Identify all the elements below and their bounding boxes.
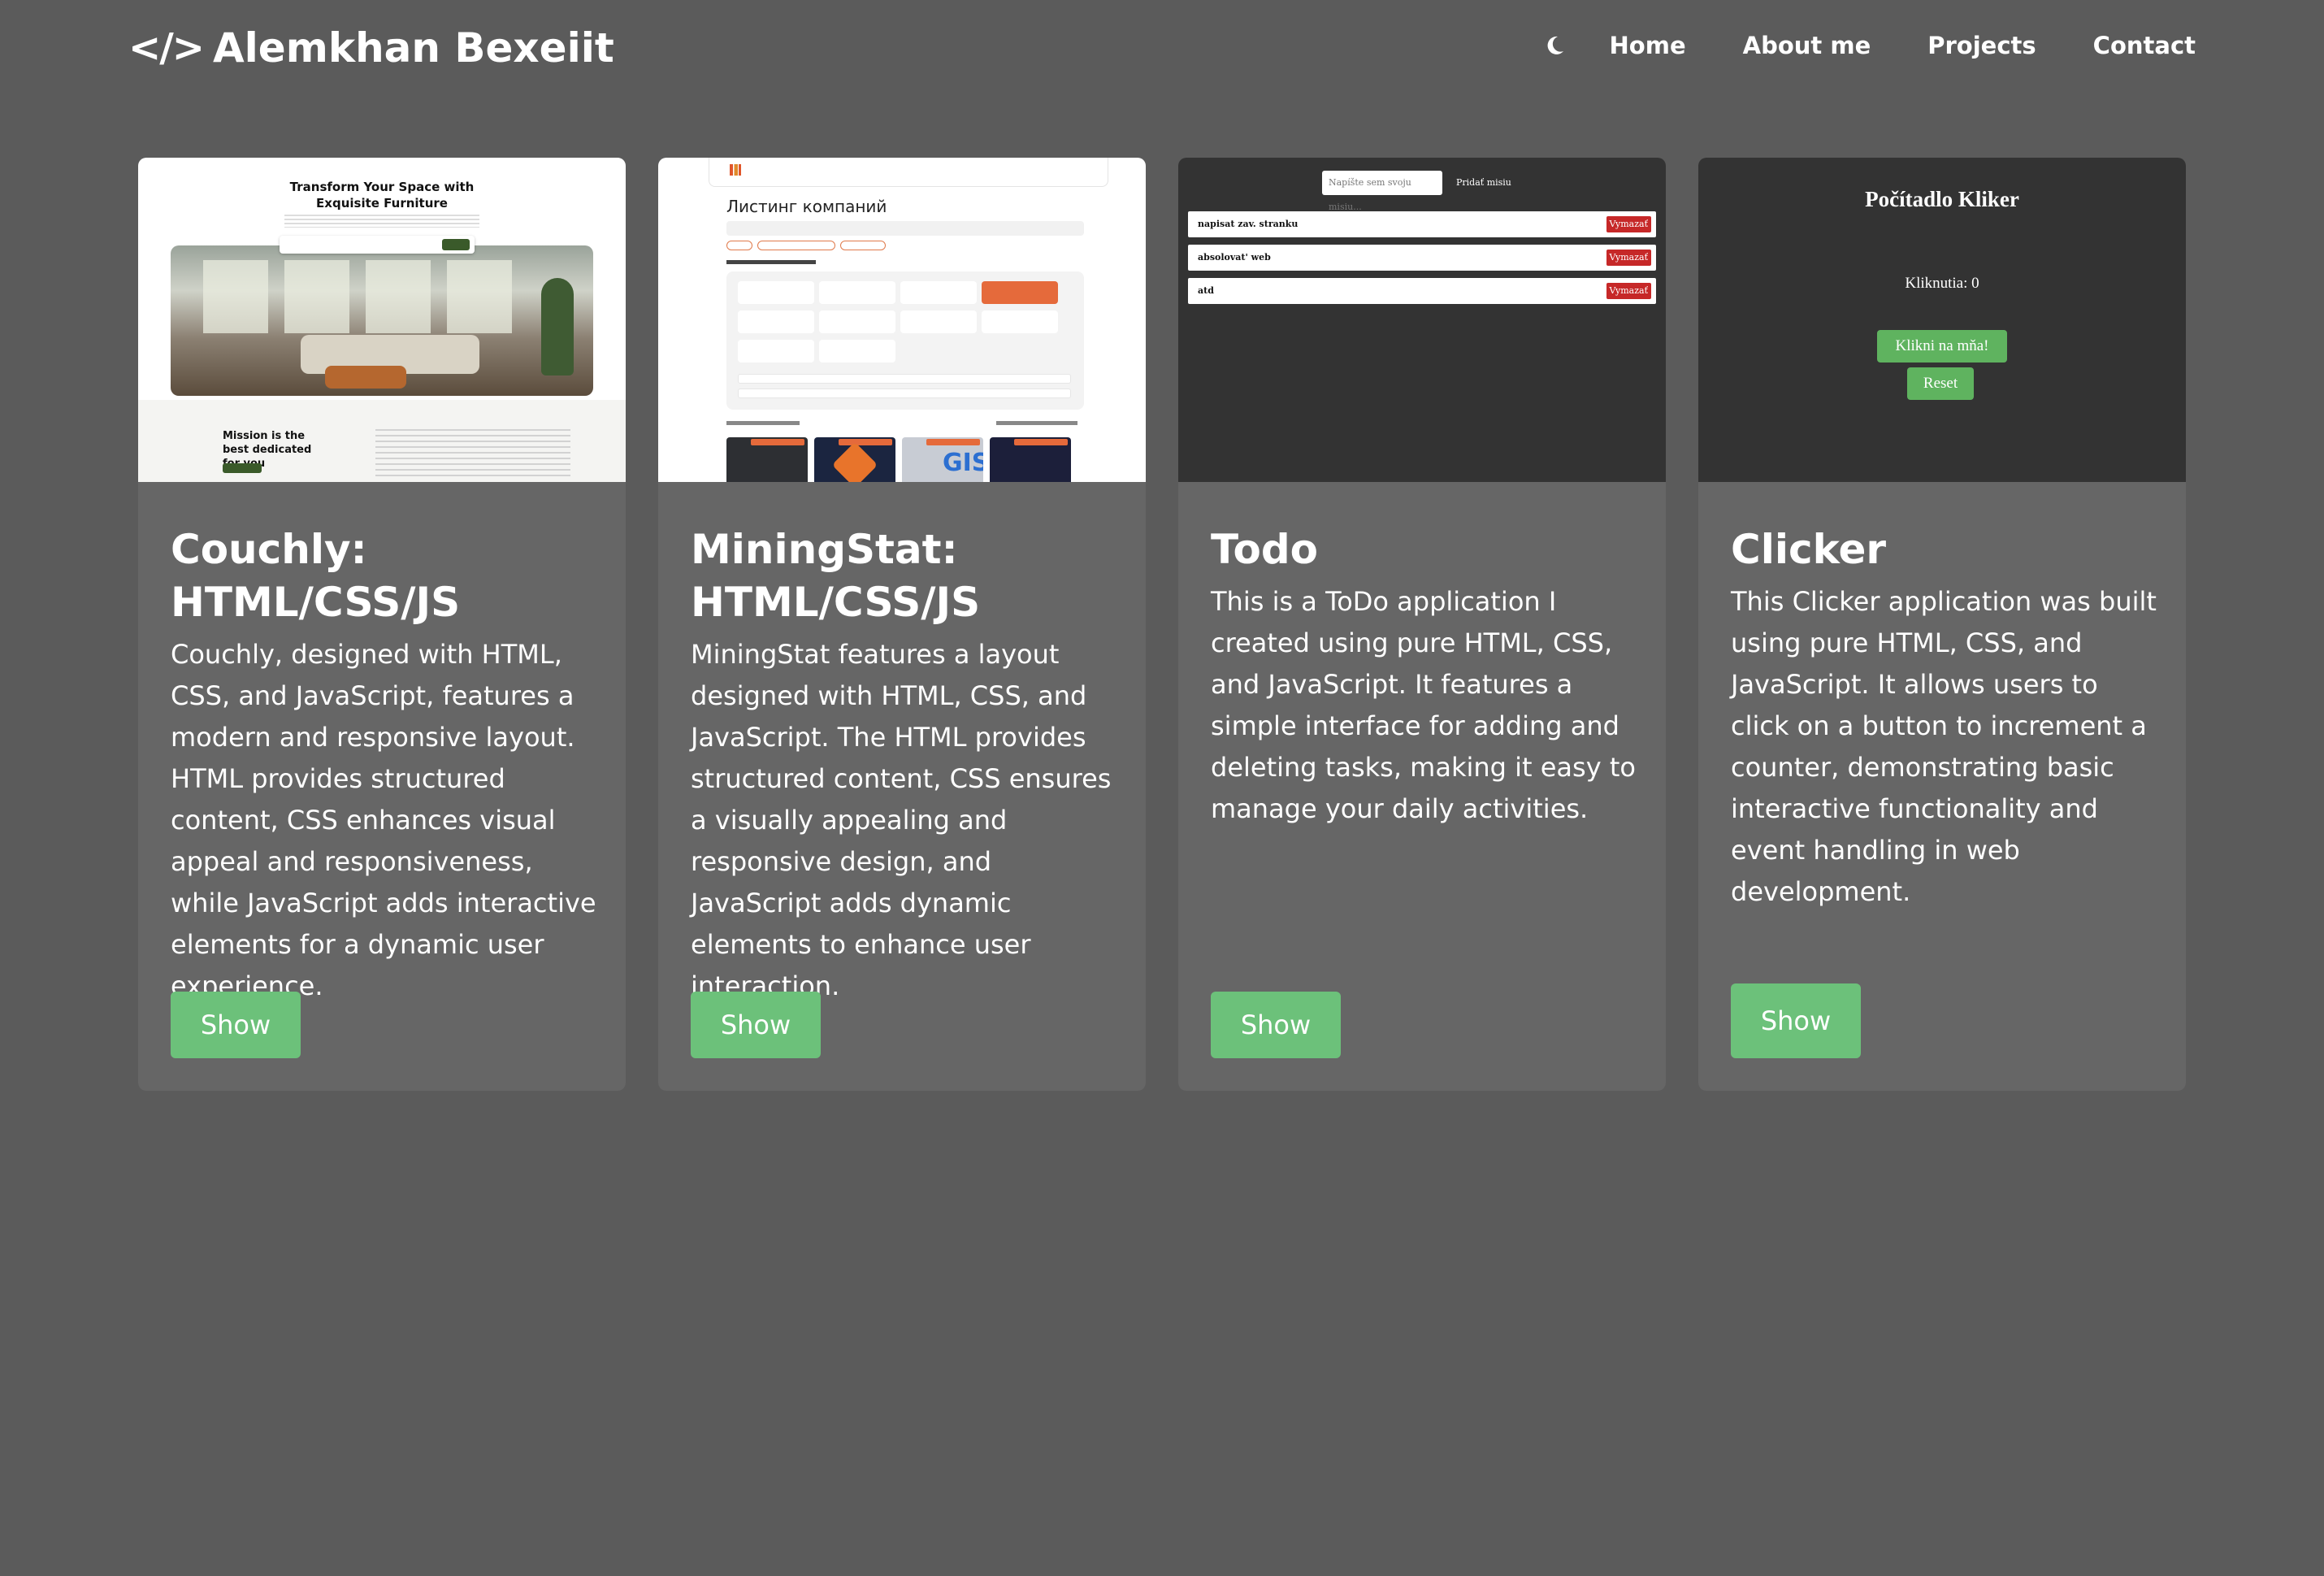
todo-delete-button: Vymazať [1606, 250, 1651, 266]
card-body: Couchly: HTML/CSS/JS Couchly, designed w… [171, 523, 601, 1007]
couchly-hero-title: Transform Your Space with Exquisite Furn… [289, 180, 475, 211]
miningstat-sort [996, 421, 1077, 425]
todo-item-text: napisat zav. stranku [1198, 219, 1299, 229]
card-body: Todo This is a ToDo application I create… [1211, 523, 1641, 830]
couchly-search-bar [280, 236, 475, 254]
nav-about[interactable]: About me [1743, 32, 1871, 59]
project-card-miningstat: Листинг компаний GIS MiningStat: HTML/CS… [658, 158, 1146, 1091]
show-button[interactable]: Show [171, 992, 301, 1058]
miningstat-listing-tile [726, 437, 808, 482]
clicker-screenshot: Počítadlo Kliker Kliknutia: 0 Klikni na … [1698, 158, 2186, 482]
miningstat-results-count [726, 421, 800, 425]
clicker-reset-button: Reset [1907, 367, 1974, 400]
couchly-hero-subtext [284, 215, 479, 228]
todo-screenshot: Napíšte sem svoju misiu... Pridať misiu … [1178, 158, 1666, 482]
card-description: MiningStat features a layout designed wi… [691, 639, 1112, 1001]
project-card-todo: Napíšte sem svoju misiu... Pridať misiu … [1178, 158, 1666, 1091]
show-button[interactable]: Show [1731, 983, 1861, 1058]
card-body: MiningStat: HTML/CSS/JS MiningStat featu… [691, 523, 1121, 1007]
nav-home[interactable]: Home [1610, 32, 1686, 59]
todo-item: napisat zav. stranku Vymazať [1188, 211, 1656, 237]
miningstat-listing-tile: GIS [902, 437, 983, 482]
miningstat-filter-chips [726, 241, 886, 250]
todo-item-text: atd [1198, 285, 1214, 296]
site-logo[interactable]: </> Alemkhan Bexeiit [128, 20, 614, 76]
todo-item-text: absolovat' web [1198, 252, 1271, 263]
miningstat-topbar [709, 158, 1108, 187]
card-title: Couchly: HTML/CSS/JS [171, 526, 461, 626]
miningstat-listing-tile [990, 437, 1071, 482]
show-button[interactable]: Show [691, 992, 821, 1058]
miningstat-category-grid [726, 271, 1084, 410]
code-icon: </> [128, 25, 205, 71]
todo-input: Napíšte sem svoju misiu... [1322, 171, 1442, 212]
clicker-count: Kliknutia: 0 [1905, 275, 1979, 292]
site-name: Alemkhan Bexeiit [212, 24, 614, 72]
nav-contact[interactable]: Contact [2093, 32, 2196, 59]
main-nav: Home About me Projects Contact [1540, 24, 2196, 67]
card-title: Todo [1211, 526, 1318, 573]
couchly-mission-button [223, 463, 262, 473]
clicker-click-button: Klikni na mňa! [1877, 330, 2007, 363]
miningstat-logo-icon [730, 164, 741, 176]
miningstat-listing-tile [814, 437, 895, 482]
couchly-mission-text [375, 429, 570, 480]
card-body: Clicker This Clicker application was bui… [1731, 523, 2161, 913]
card-title: MiningStat: HTML/CSS/JS [691, 526, 981, 626]
miningstat-subheading [726, 260, 816, 264]
miningstat-screenshot: Листинг компаний GIS [658, 158, 1146, 482]
card-description: This is a ToDo application I created usi… [1211, 586, 1636, 824]
card-description: Couchly, designed with HTML, CSS, and Ja… [171, 639, 596, 1001]
card-description: This Clicker application was built using… [1731, 586, 2157, 907]
show-button[interactable]: Show [1211, 992, 1341, 1058]
miningstat-search [726, 221, 1084, 236]
couchly-screenshot: Transform Your Space with Exquisite Furn… [138, 158, 626, 482]
projects-grid: Transform Your Space with Exquisite Furn… [138, 158, 2186, 1092]
nav-projects[interactable]: Projects [1927, 32, 2036, 59]
moon-icon [1547, 36, 1563, 54]
clicker-title: Počítadlo Kliker [1865, 187, 2019, 211]
gis-badge: GIS [943, 449, 983, 477]
project-card-clicker: Počítadlo Kliker Kliknutia: 0 Klikni na … [1698, 158, 2186, 1091]
card-title: Clicker [1731, 526, 1887, 573]
todo-add-button: Pridať misiu [1456, 177, 1511, 188]
site-header: </> Alemkhan Bexeiit Home About me Proje… [0, 0, 2324, 98]
todo-delete-button: Vymazať [1606, 283, 1651, 299]
theme-toggle-button[interactable] [1540, 31, 1569, 60]
couchly-living-room-photo [171, 245, 593, 396]
todo-item: absolovat' web Vymazať [1188, 245, 1656, 271]
miningstat-heading: Листинг компаний [726, 197, 887, 216]
todo-delete-button: Vymazať [1606, 216, 1651, 232]
project-card-couchly: Transform Your Space with Exquisite Furn… [138, 158, 626, 1091]
todo-item: atd Vymazať [1188, 278, 1656, 304]
